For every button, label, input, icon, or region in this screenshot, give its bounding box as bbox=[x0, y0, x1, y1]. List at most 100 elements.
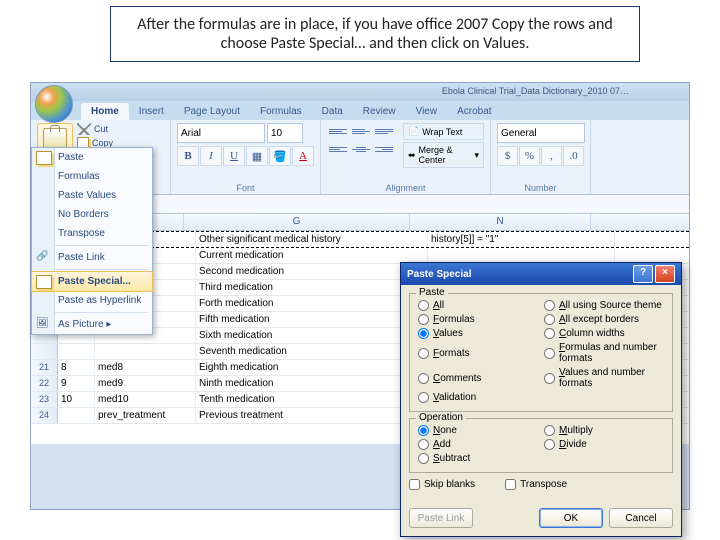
menu-formulas[interactable]: Formulas bbox=[32, 167, 152, 186]
menu-transpose[interactable]: Transpose bbox=[32, 224, 152, 243]
cell[interactable]: prev_treatment bbox=[95, 408, 196, 423]
close-button[interactable]: × bbox=[655, 265, 675, 283]
row-header[interactable] bbox=[31, 344, 58, 359]
radio-none[interactable]: None bbox=[418, 425, 538, 436]
cell[interactable]: Seventh medication bbox=[196, 344, 428, 359]
radio-all-except-borders[interactable]: All except borders bbox=[544, 314, 664, 325]
menu-paste-values[interactable]: Paste Values bbox=[32, 186, 152, 205]
radio-values[interactable]: Values bbox=[418, 328, 538, 339]
cell[interactable] bbox=[58, 408, 95, 423]
tab-formulas[interactable]: Formulas bbox=[250, 103, 312, 120]
cell[interactable]: Other significant medical history bbox=[196, 232, 428, 247]
dialog-titlebar[interactable]: Paste Special ? × bbox=[401, 263, 681, 285]
radio-column-widths[interactable]: Column widths bbox=[544, 328, 664, 339]
cell[interactable]: Previous treatment bbox=[196, 408, 428, 423]
comma-button[interactable]: , bbox=[541, 146, 562, 166]
border-button[interactable]: ▦ bbox=[246, 146, 268, 166]
skip-blanks-checkbox[interactable]: Skip blanks bbox=[409, 479, 475, 490]
scissors-icon bbox=[77, 123, 91, 135]
font-name-select[interactable] bbox=[177, 123, 265, 143]
radio-formulas[interactable]: Formulas bbox=[418, 314, 538, 325]
cell[interactable]: 9 bbox=[58, 376, 95, 391]
cell[interactable]: med10 bbox=[95, 392, 196, 407]
wrap-text-button[interactable]: 📄Wrap Text bbox=[403, 123, 484, 140]
cell[interactable] bbox=[428, 248, 615, 263]
cell[interactable]: Forth medication bbox=[196, 296, 428, 311]
radio-multiply[interactable]: Multiply bbox=[544, 425, 664, 436]
tab-data[interactable]: Data bbox=[312, 103, 353, 120]
menu-paste-link[interactable]: 🔗Paste Link bbox=[32, 248, 152, 267]
menu-paste-special[interactable]: Paste Special... bbox=[32, 272, 152, 291]
cut-button[interactable]: Cut bbox=[77, 123, 154, 135]
tab-view[interactable]: View bbox=[406, 103, 448, 120]
tab-home[interactable]: Home bbox=[81, 103, 129, 120]
cell[interactable]: med9 bbox=[95, 376, 196, 391]
cell[interactable]: Tenth medication bbox=[196, 392, 428, 407]
tab-acrobat[interactable]: Acrobat bbox=[447, 103, 501, 120]
radio-formulas-and-number-formats[interactable]: Formulas and number formats bbox=[544, 342, 664, 364]
radio-all[interactable]: All bbox=[418, 300, 538, 311]
radio-comments[interactable]: Comments bbox=[418, 367, 538, 389]
cell[interactable] bbox=[95, 344, 196, 359]
transpose-checkbox[interactable]: Transpose bbox=[505, 479, 567, 490]
menu-as-picture[interactable]: 🖼As Picture ▸ bbox=[32, 315, 152, 334]
radio-validation[interactable]: Validation bbox=[418, 392, 538, 403]
col-g[interactable]: G bbox=[184, 214, 410, 230]
cell[interactable]: 8 bbox=[58, 360, 95, 375]
underline-button[interactable]: U bbox=[223, 146, 245, 166]
fill-color-button[interactable]: 🪣 bbox=[269, 146, 291, 166]
radio-all-using-source-theme[interactable]: All using Source theme bbox=[544, 300, 664, 311]
row-header[interactable]: 23 bbox=[31, 392, 58, 407]
paste-link-button: Paste Link bbox=[409, 508, 473, 528]
align-middle-button[interactable] bbox=[350, 123, 372, 139]
menu-paste[interactable]: Paste bbox=[32, 148, 152, 167]
currency-button[interactable]: $ bbox=[497, 146, 518, 166]
tab-page-layout[interactable]: Page Layout bbox=[174, 103, 250, 120]
row-header[interactable]: 24 bbox=[31, 408, 58, 423]
cell[interactable]: history[5]] = "1" bbox=[428, 232, 615, 247]
align-right-button[interactable] bbox=[373, 141, 395, 157]
cell[interactable]: Sixth medication bbox=[196, 328, 428, 343]
tab-review[interactable]: Review bbox=[353, 103, 406, 120]
align-center-button[interactable] bbox=[350, 141, 372, 157]
increase-decimal-button[interactable]: .0 bbox=[563, 146, 584, 166]
tab-insert[interactable]: Insert bbox=[129, 103, 174, 120]
cell[interactable]: Ninth medication bbox=[196, 376, 428, 391]
group-label: Number bbox=[491, 183, 590, 193]
cell[interactable]: Eighth medication bbox=[196, 360, 428, 375]
align-top-button[interactable] bbox=[327, 123, 349, 139]
align-left-button[interactable] bbox=[327, 141, 349, 157]
cell[interactable]: med8 bbox=[95, 360, 196, 375]
paste-dropdown-menu: Paste Formulas Paste Values No Borders T… bbox=[31, 147, 153, 335]
font-color-button[interactable]: A bbox=[292, 146, 314, 166]
menu-no-borders[interactable]: No Borders bbox=[32, 205, 152, 224]
font-size-select[interactable] bbox=[267, 123, 303, 143]
group-font: B I U ▦ 🪣 A Font bbox=[171, 120, 321, 194]
cancel-button[interactable]: Cancel bbox=[609, 508, 673, 528]
align-bottom-button[interactable] bbox=[373, 123, 395, 139]
cell[interactable]: Current medication bbox=[196, 248, 428, 263]
bold-button[interactable]: B bbox=[177, 146, 199, 166]
italic-button[interactable]: I bbox=[200, 146, 222, 166]
help-button[interactable]: ? bbox=[633, 265, 653, 283]
percent-button[interactable]: % bbox=[519, 146, 540, 166]
radio-formats[interactable]: Formats bbox=[418, 342, 538, 364]
cell[interactable]: Third medication bbox=[196, 280, 428, 295]
office-button[interactable] bbox=[35, 85, 73, 123]
radio-divide[interactable]: Divide bbox=[544, 439, 664, 450]
row-header[interactable]: 22 bbox=[31, 376, 58, 391]
cell[interactable]: Second medication bbox=[196, 264, 428, 279]
cell[interactable] bbox=[58, 344, 95, 359]
col-n[interactable]: N bbox=[410, 214, 591, 230]
merge-center-button[interactable]: ⬌Merge & Center ▾ bbox=[403, 142, 484, 168]
row-header[interactable]: 21 bbox=[31, 360, 58, 375]
number-format-select[interactable] bbox=[497, 123, 585, 143]
ok-button[interactable]: OK bbox=[539, 508, 603, 528]
menu-paste-hyperlink[interactable]: Paste as Hyperlink bbox=[32, 291, 152, 310]
radio-values-and-number-formats[interactable]: Values and number formats bbox=[544, 367, 664, 389]
cell[interactable]: Fifth medication bbox=[196, 312, 428, 327]
cell[interactable]: 10 bbox=[58, 392, 95, 407]
paste-group: Paste AllAll using Source themeFormulasA… bbox=[409, 293, 673, 412]
radio-add[interactable]: Add bbox=[418, 439, 538, 450]
radio-subtract[interactable]: Subtract bbox=[418, 453, 538, 464]
